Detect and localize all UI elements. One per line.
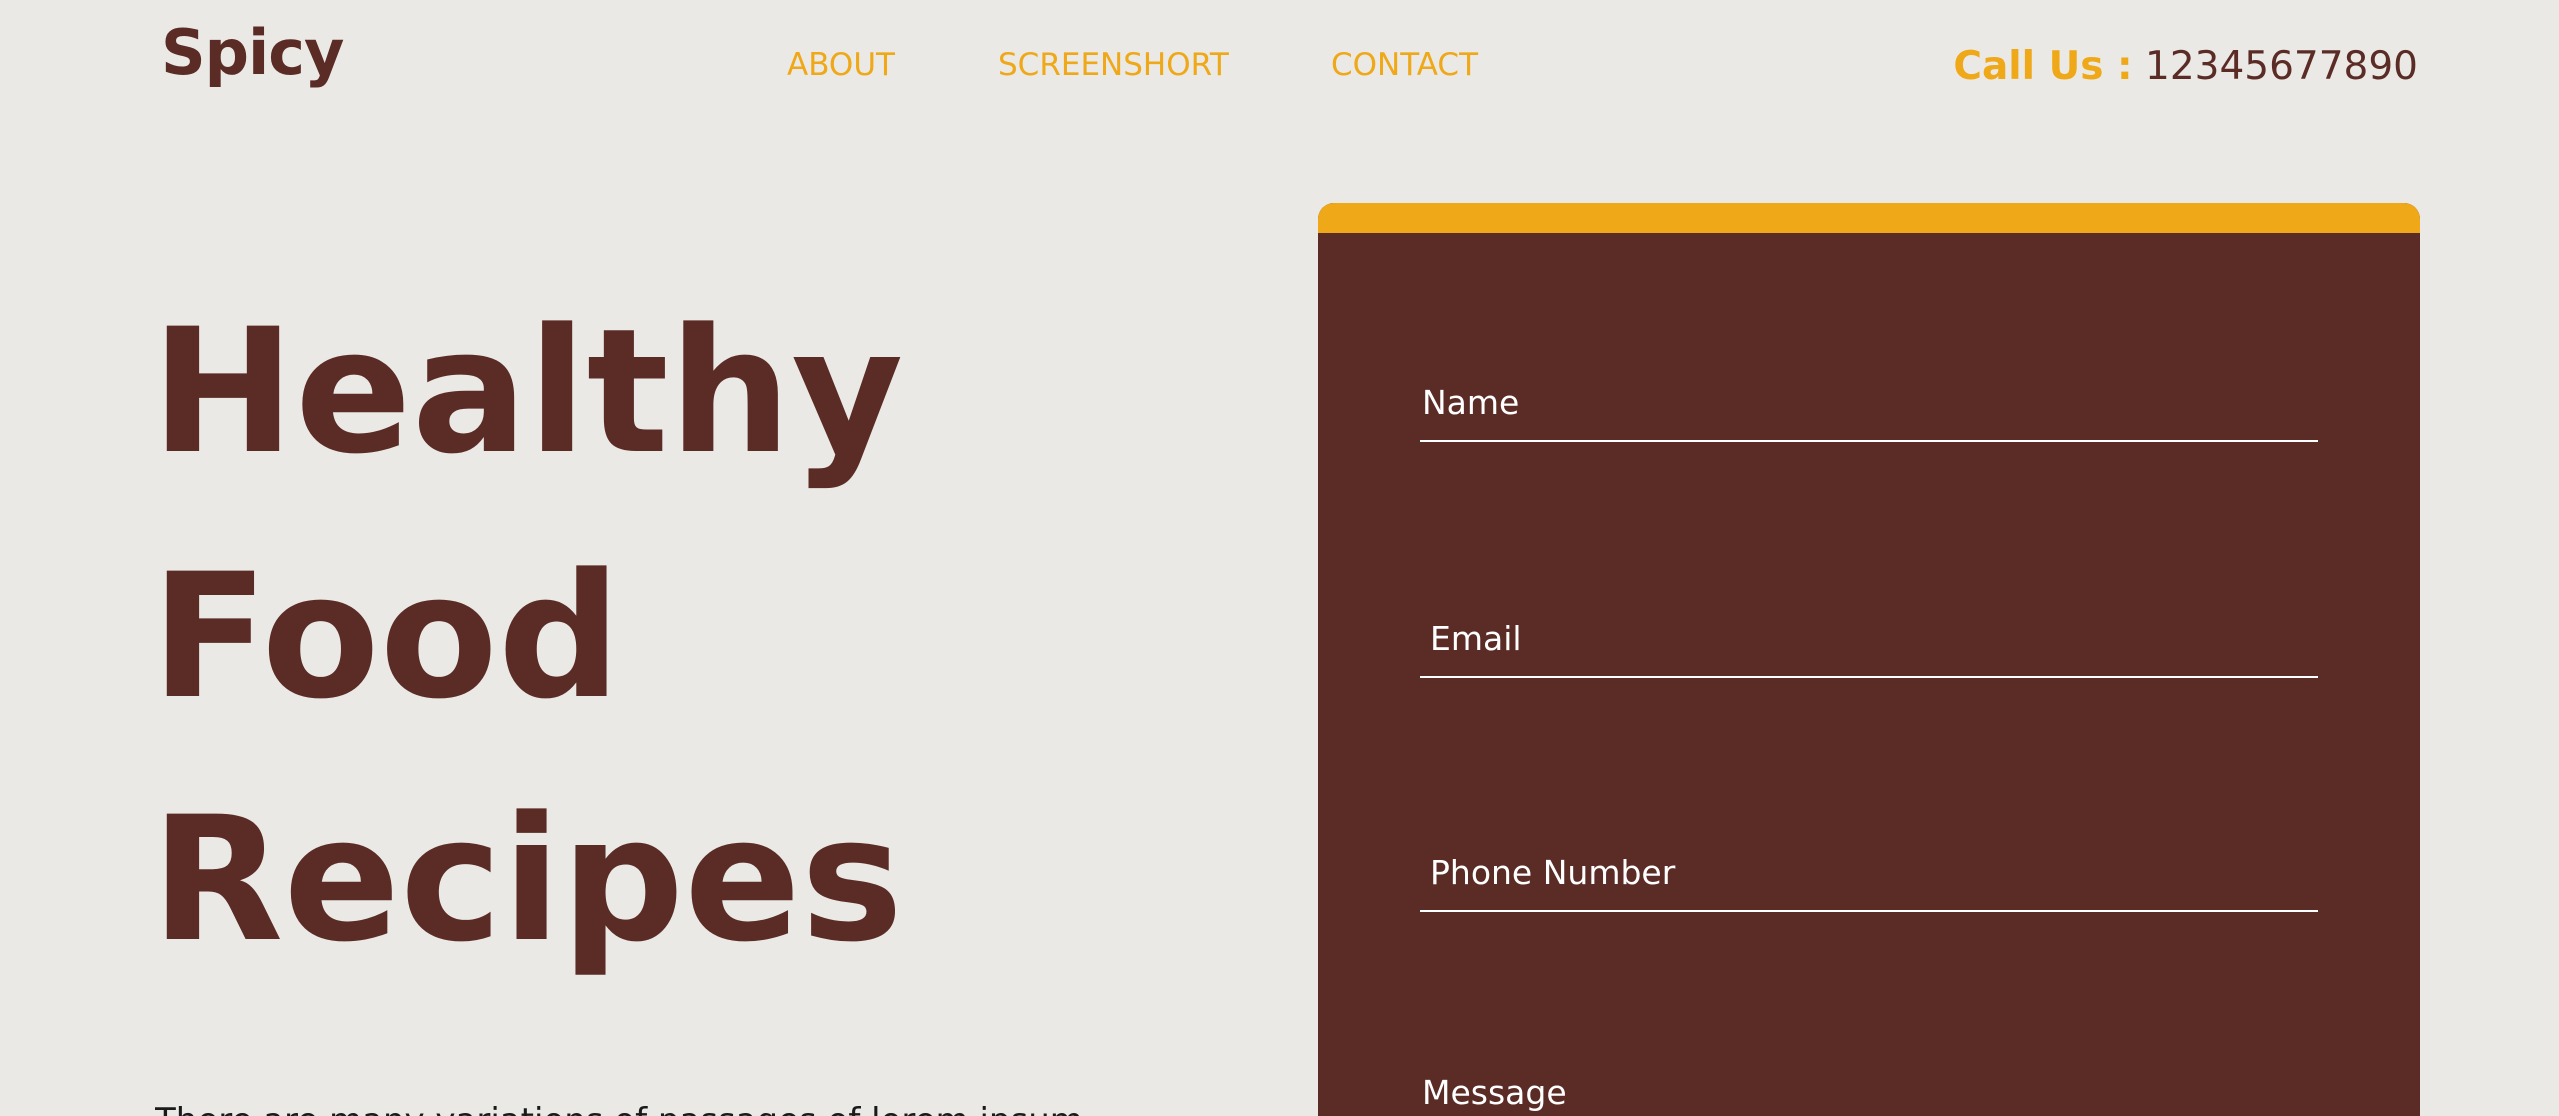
phone-field-wrapper bbox=[1420, 853, 2318, 912]
email-input[interactable] bbox=[1420, 619, 2318, 678]
nav-contact-link[interactable]: CONTACT bbox=[1331, 50, 1478, 81]
name-input[interactable] bbox=[1420, 383, 2318, 442]
message-input[interactable] bbox=[1420, 1073, 2318, 1116]
name-field-wrapper bbox=[1420, 383, 2318, 442]
form-accent-bar bbox=[1318, 203, 2420, 233]
email-field-wrapper bbox=[1420, 619, 2318, 678]
contact-form-panel bbox=[1318, 203, 2420, 1116]
nav-screenshort-link[interactable]: SCREENSHORT bbox=[998, 50, 1229, 81]
hero-title-line-2: Food bbox=[151, 536, 621, 737]
hero-title-line-3: Recipes bbox=[151, 779, 904, 980]
site-logo[interactable]: Spicy bbox=[161, 22, 344, 84]
call-us-number[interactable]: 12345677890 bbox=[2145, 44, 2418, 89]
message-field-wrapper bbox=[1420, 1073, 2318, 1116]
call-us-label: Call Us : bbox=[1953, 44, 2133, 89]
phone-input[interactable] bbox=[1420, 853, 2318, 912]
nav-about-link[interactable]: ABOUT bbox=[787, 50, 895, 81]
call-us: Call Us : 12345677890 bbox=[1953, 47, 2418, 86]
hero-subtext-text: There are many variations of passages of… bbox=[155, 1104, 1135, 1116]
hero-subtext: There are many variations of passages of… bbox=[155, 1096, 1135, 1116]
hero-title-line-1: Healthy bbox=[151, 291, 904, 492]
